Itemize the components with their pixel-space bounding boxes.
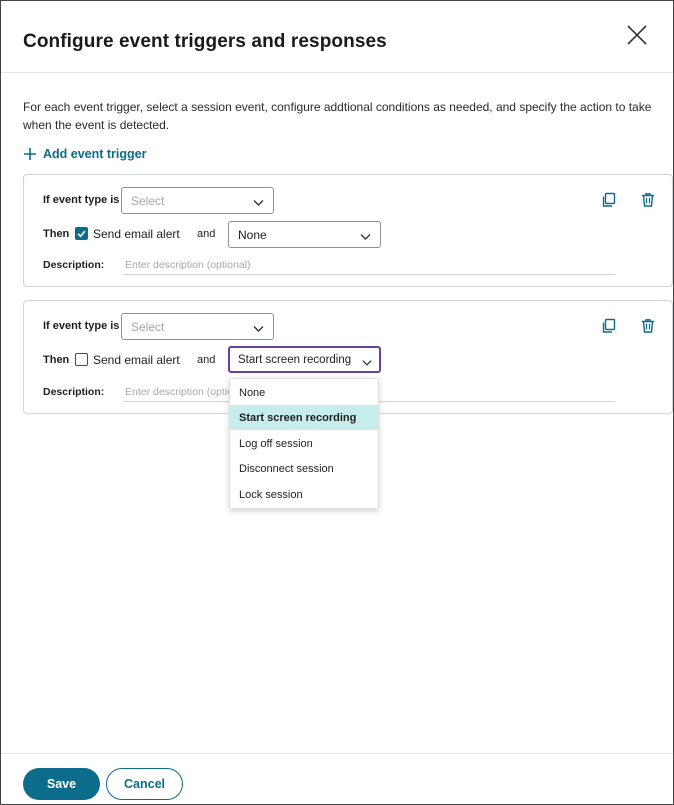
description-label: Description:	[43, 259, 105, 271]
dropdown-option-start-screen-recording[interactable]: Start screen recording	[230, 405, 378, 430]
send-email-checkbox[interactable]	[75, 227, 88, 240]
action-dropdown-menu: None Start screen recording Log off sess…	[229, 378, 379, 509]
chevron-down-icon	[362, 356, 372, 370]
event-type-select[interactable]: Select	[121, 187, 274, 214]
configure-event-triggers-dialog: Configure event triggers and responses F…	[0, 0, 674, 805]
add-event-trigger-button[interactable]: Add event trigger	[23, 144, 147, 164]
action-select[interactable]: Start screen recording	[228, 346, 381, 373]
chevron-down-icon	[253, 322, 264, 336]
dropdown-option-log-off-session[interactable]: Log off session	[230, 431, 378, 456]
dialog-title: Configure event triggers and responses	[23, 31, 387, 52]
close-icon[interactable]	[623, 21, 651, 49]
then-label: Then	[43, 228, 70, 240]
and-label: and	[197, 228, 216, 240]
event-type-select[interactable]: Select	[121, 313, 274, 340]
save-button[interactable]: Save	[23, 768, 100, 800]
send-email-label: Send email alert	[93, 227, 180, 241]
header-divider	[1, 72, 673, 73]
action-select[interactable]: None	[228, 221, 381, 248]
add-event-trigger-label: Add event trigger	[43, 147, 147, 161]
and-label: and	[197, 354, 216, 366]
dropdown-option-none[interactable]: None	[230, 380, 378, 405]
then-label: Then	[43, 354, 70, 366]
cancel-button[interactable]: Cancel	[106, 768, 183, 800]
send-email-label: Send email alert	[93, 353, 180, 367]
trash-icon[interactable]	[640, 192, 656, 208]
description-label: Description:	[43, 386, 105, 398]
chevron-down-icon	[360, 230, 371, 244]
trash-icon[interactable]	[640, 318, 656, 334]
copy-icon[interactable]	[601, 318, 617, 334]
event-trigger-card: If event type is Select Then Send email …	[23, 174, 673, 287]
description-input[interactable]	[123, 255, 615, 275]
dropdown-option-disconnect-session[interactable]: Disconnect session	[230, 456, 378, 481]
check-icon	[77, 230, 86, 238]
copy-icon[interactable]	[601, 192, 617, 208]
event-type-label: If event type is	[43, 320, 120, 332]
chevron-down-icon	[253, 196, 264, 210]
send-email-checkbox[interactable]	[75, 353, 88, 366]
plus-icon	[23, 147, 37, 161]
footer-divider	[1, 753, 673, 754]
dropdown-option-lock-session[interactable]: Lock session	[230, 482, 378, 507]
intro-text: For each event trigger, select a session…	[23, 100, 652, 132]
event-type-label: If event type is	[43, 194, 120, 206]
